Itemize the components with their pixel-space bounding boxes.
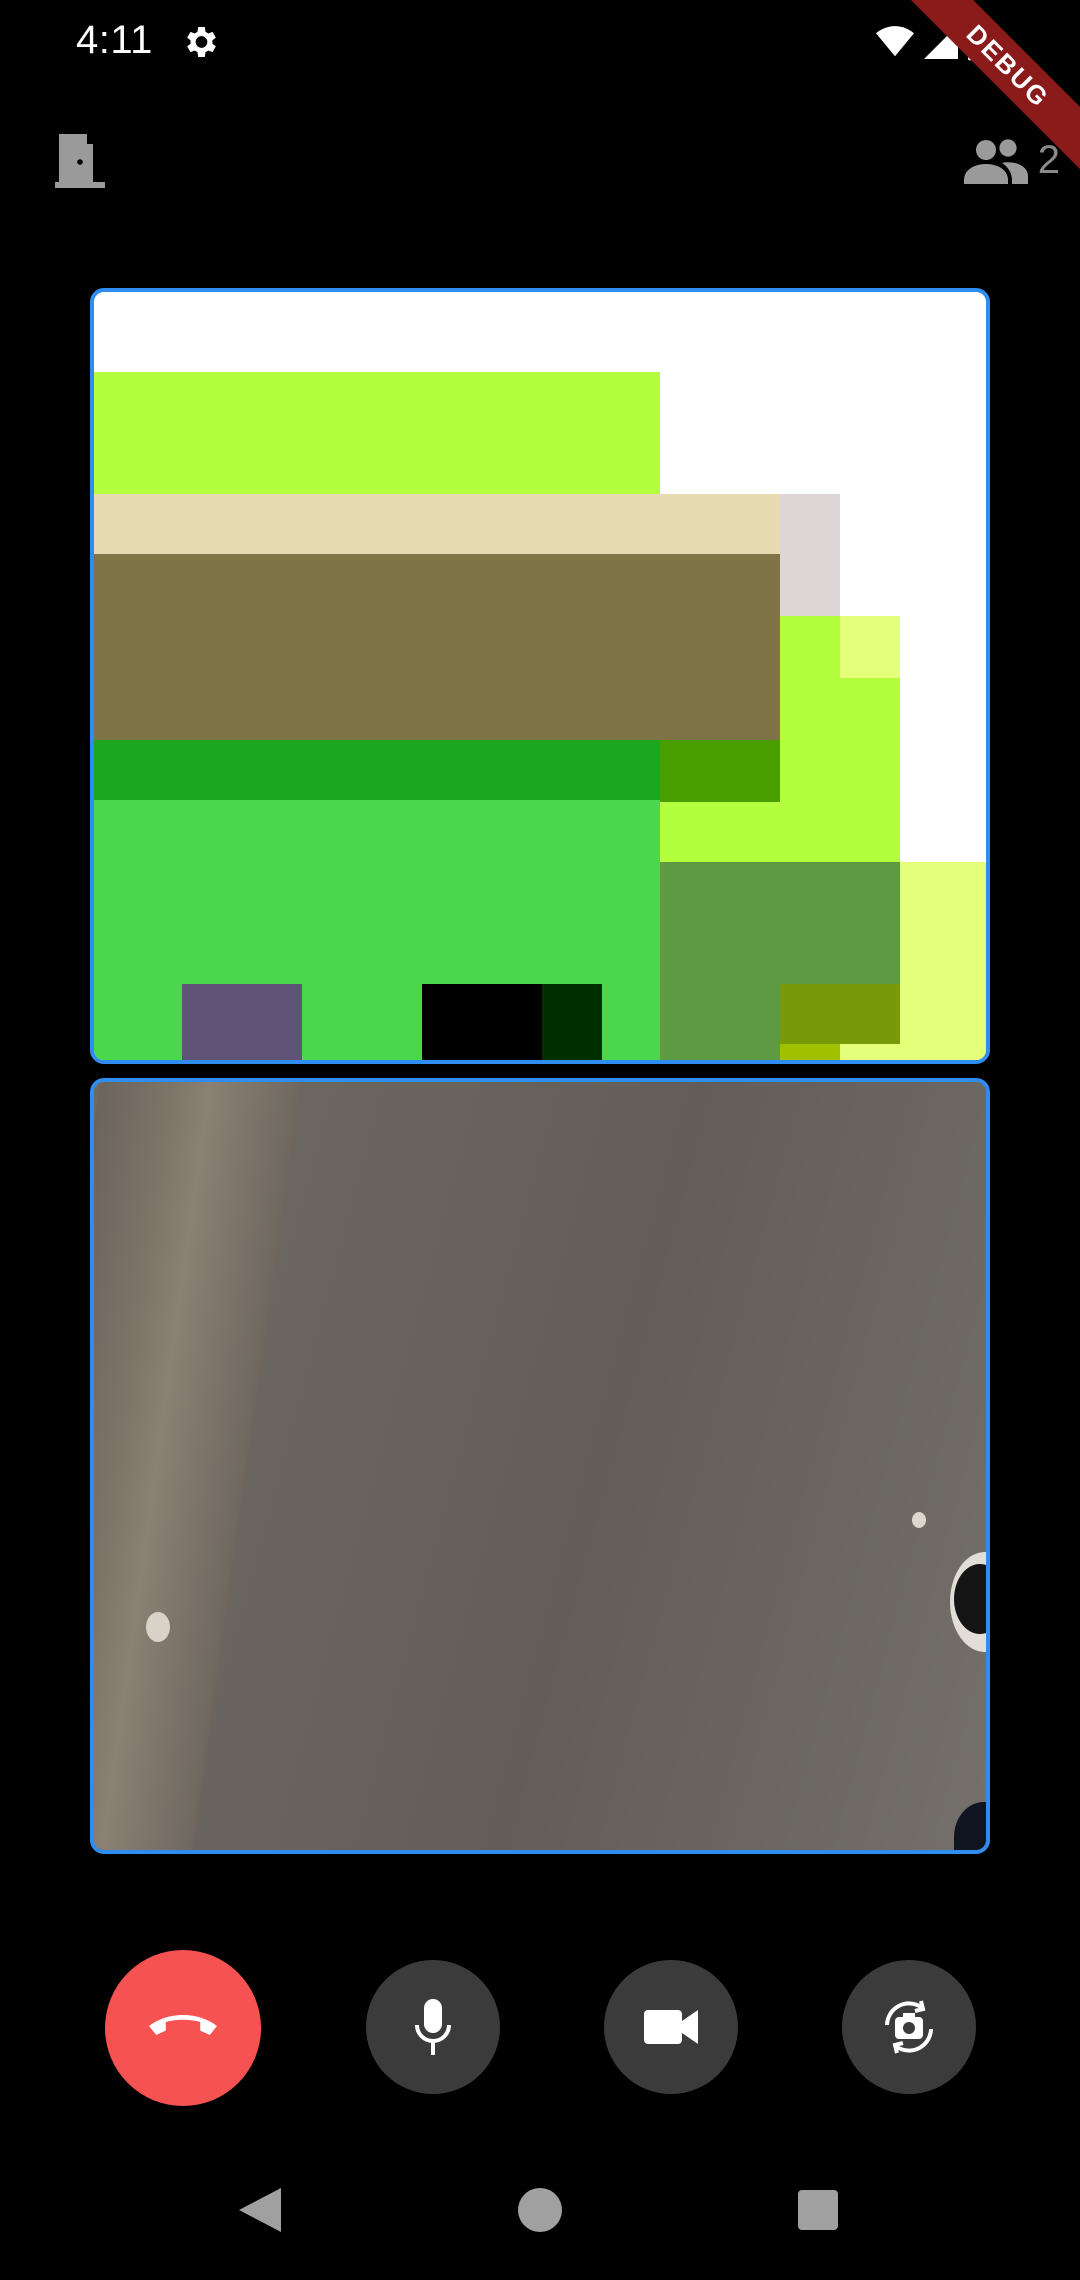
phone-hangup-icon bbox=[149, 2015, 217, 2035]
people-icon bbox=[963, 139, 1028, 184]
video-frame-block bbox=[182, 984, 302, 1060]
back-triangle-icon bbox=[239, 2188, 281, 2232]
nav-recents-button[interactable] bbox=[788, 2180, 848, 2240]
status-time: 4:11 bbox=[76, 18, 153, 62]
switch-camera-icon bbox=[885, 2000, 933, 2054]
app-bar: 2 bbox=[0, 110, 1080, 210]
nav-back-button[interactable] bbox=[230, 2180, 290, 2240]
settings-icon bbox=[187, 27, 216, 57]
local-video-tile[interactable] bbox=[90, 1078, 990, 1854]
door-exit-icon bbox=[55, 134, 105, 188]
phone-screen: 4:11 DEBUG 2 bbox=[0, 0, 1080, 2280]
recents-square-icon bbox=[798, 2190, 838, 2230]
video-frame-block bbox=[780, 494, 840, 618]
system-nav-bar bbox=[0, 2180, 1080, 2250]
video-frame-block bbox=[840, 616, 900, 678]
video-frame-block bbox=[94, 494, 780, 556]
participants-button[interactable]: 2 bbox=[963, 130, 1060, 190]
microphone-icon bbox=[415, 1999, 451, 2055]
video-frame-block bbox=[660, 740, 780, 802]
toggle-camera-button[interactable] bbox=[604, 1960, 738, 2094]
video-frame-block bbox=[94, 554, 780, 740]
wifi-icon bbox=[876, 26, 914, 57]
home-circle-icon bbox=[518, 2188, 562, 2232]
remote-video-tile[interactable] bbox=[90, 288, 990, 1064]
video-frame-block bbox=[780, 1044, 840, 1060]
video-frame-block bbox=[780, 984, 900, 1046]
end-call-button[interactable] bbox=[105, 1950, 261, 2106]
video-frame-block bbox=[94, 740, 660, 802]
wall-spot-left bbox=[146, 1612, 170, 1642]
video-frame-block bbox=[422, 984, 542, 1060]
video-frame-block bbox=[542, 984, 602, 1060]
nav-home-button[interactable] bbox=[510, 2180, 570, 2240]
leave-room-button[interactable] bbox=[50, 130, 110, 190]
call-controls bbox=[0, 1950, 1080, 2106]
participant-count: 2 bbox=[1037, 137, 1060, 182]
video-frame-block bbox=[840, 1044, 900, 1060]
video-camera-icon bbox=[644, 2010, 698, 2044]
status-bar: 4:11 DEBUG bbox=[0, 0, 1080, 174]
switch-camera-button[interactable] bbox=[842, 1960, 976, 2094]
video-frame-block bbox=[900, 862, 986, 1060]
wall-spot-right bbox=[912, 1512, 926, 1528]
video-frame-block bbox=[94, 372, 660, 496]
mute-microphone-button[interactable] bbox=[366, 1960, 500, 2094]
